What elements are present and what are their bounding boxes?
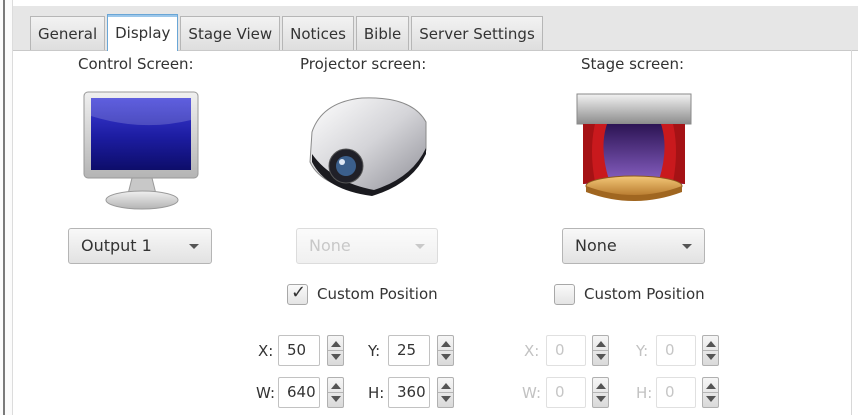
spin-up-icon: [706, 383, 716, 389]
projector-w-spinner[interactable]: [327, 377, 344, 408]
spinner-divider: [328, 392, 343, 393]
stage-output-value: None: [575, 236, 617, 255]
spin-up-icon: [441, 341, 451, 347]
tab-stage-view[interactable]: Stage View: [180, 16, 281, 50]
stage-output-select[interactable]: None: [562, 228, 705, 264]
stage-theater-icon: [573, 88, 695, 214]
chevron-down-icon: [415, 244, 425, 249]
stage-h-label: H:: [636, 384, 653, 402]
spinner-divider: [593, 392, 608, 393]
left-window-edge: [0, 0, 13, 415]
spinner-divider: [593, 350, 608, 351]
checkmark-icon: ✓: [291, 282, 307, 303]
projector-x-field[interactable]: 50: [278, 335, 320, 366]
tab-strip: General Display Stage View Notices Bible…: [30, 14, 545, 51]
spinner-divider: [703, 392, 718, 393]
spin-down-icon: [331, 396, 341, 402]
spin-down-icon: [331, 354, 341, 360]
spin-down-icon: [706, 396, 716, 402]
projector-y-field[interactable]: 25: [388, 335, 430, 366]
projector-h-spinner[interactable]: [437, 377, 454, 408]
tab-server-settings[interactable]: Server Settings: [411, 16, 543, 50]
projector-y-label: Y:: [368, 342, 381, 360]
control-output-select[interactable]: Output 1: [68, 228, 212, 264]
stage-x-field[interactable]: 0: [546, 335, 586, 366]
spin-up-icon: [331, 341, 341, 347]
control-output-value: Output 1: [81, 236, 152, 255]
projector-output-select[interactable]: None: [296, 228, 438, 264]
spin-up-icon: [706, 341, 716, 347]
tab-display[interactable]: Display: [107, 14, 179, 51]
chevron-down-icon: [189, 244, 199, 249]
chevron-down-icon: [682, 244, 692, 249]
projector-screen-label: Projector screen:: [300, 55, 427, 73]
spinner-divider: [438, 392, 453, 393]
stage-y-field[interactable]: 0: [656, 335, 696, 366]
spin-up-icon: [331, 383, 341, 389]
stage-y-label: Y:: [636, 342, 649, 360]
projector-x-spinner[interactable]: [327, 335, 344, 366]
stage-x-spinner[interactable]: [592, 335, 609, 366]
projector-h-field[interactable]: 360: [388, 377, 430, 408]
spin-down-icon: [441, 396, 451, 402]
projector-h-label: H:: [368, 384, 385, 402]
projector-w-label: W:: [256, 384, 276, 402]
projector-w-field[interactable]: 640: [278, 377, 320, 408]
spinner-divider: [438, 350, 453, 351]
spin-down-icon: [596, 396, 606, 402]
stage-h-field[interactable]: 0: [656, 377, 696, 408]
tab-bible[interactable]: Bible: [355, 16, 410, 50]
projector-custom-position-checkbox[interactable]: ✓: [287, 282, 308, 305]
stage-w-field[interactable]: 0: [546, 377, 586, 408]
tab-notices[interactable]: Notices: [282, 16, 354, 50]
spin-up-icon: [596, 383, 606, 389]
projector-custom-position-label: Custom Position: [317, 285, 438, 303]
stage-w-label: W:: [522, 384, 542, 402]
spin-up-icon: [441, 383, 451, 389]
stage-custom-position-label: Custom Position: [584, 285, 705, 303]
stage-screen-label: Stage screen:: [581, 55, 685, 73]
spin-down-icon: [596, 354, 606, 360]
tab-general[interactable]: General: [30, 16, 106, 50]
spinner-divider: [703, 350, 718, 351]
spin-down-icon: [441, 354, 451, 360]
projector-output-value: None: [309, 236, 351, 255]
stage-custom-position-checkbox[interactable]: [554, 284, 575, 305]
projector-x-label: X:: [258, 342, 274, 360]
spin-down-icon: [706, 354, 716, 360]
stage-h-spinner[interactable]: [702, 377, 719, 408]
right-divider: [851, 50, 852, 415]
control-screen-label: Control Screen:: [78, 55, 194, 73]
spinner-divider: [328, 350, 343, 351]
projector-icon: [302, 92, 432, 198]
spin-up-icon: [596, 341, 606, 347]
stage-x-label: X:: [524, 342, 540, 360]
monitor-icon: [82, 88, 202, 216]
stage-y-spinner[interactable]: [702, 335, 719, 366]
projector-y-spinner[interactable]: [437, 335, 454, 366]
stage-w-spinner[interactable]: [592, 377, 609, 408]
